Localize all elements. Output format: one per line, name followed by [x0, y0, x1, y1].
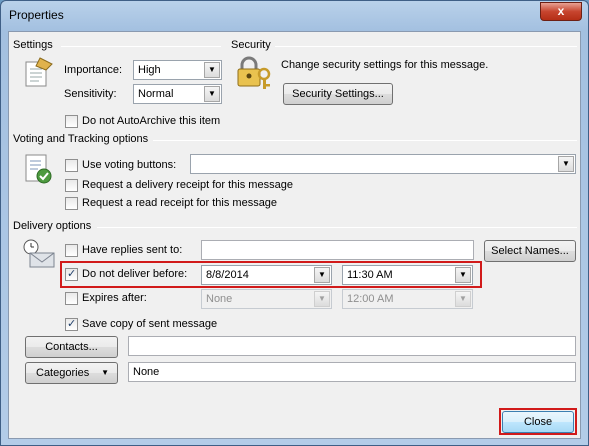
voting-checkbox[interactable] [65, 159, 78, 172]
sensitivity-select[interactable]: Normal ▼ [133, 84, 222, 104]
window-close-button[interactable]: x [540, 2, 582, 21]
importance-value: High [138, 64, 161, 76]
expires-time-select: 12:00 AM ▼ [342, 289, 473, 309]
voting-divider [153, 140, 577, 141]
voting-label[interactable]: Use voting buttons: [82, 159, 176, 171]
voting-dropdown-icon[interactable]: ▼ [558, 156, 574, 172]
contacts-input[interactable] [128, 336, 576, 356]
save-copy-checkbox[interactable] [65, 317, 78, 331]
settings-divider [61, 46, 221, 47]
delivery-divider [97, 227, 577, 228]
read-receipt-checkbox[interactable] [65, 197, 78, 210]
importance-dropdown-icon[interactable]: ▼ [204, 62, 220, 78]
deliver-time-dropdown-icon[interactable]: ▼ [455, 267, 471, 283]
importance-select[interactable]: High ▼ [133, 60, 222, 80]
deliver-before-checkbox[interactable] [65, 267, 78, 281]
expires-date-value: None [206, 293, 233, 305]
expires-checkbox[interactable] [65, 292, 78, 305]
expires-date-select: None ▼ [201, 289, 332, 309]
properties-window: Properties x Settings Importance: High ▼… [0, 0, 589, 446]
sensitivity-value: Normal [138, 88, 174, 100]
checklist-icon [25, 154, 52, 184]
deliver-date-select[interactable]: 8/8/2014 ▼ [201, 265, 332, 285]
window-title: Properties [9, 8, 64, 22]
deliver-date-value: 8/8/2014 [206, 269, 249, 281]
delivery-receipt-label[interactable]: Request a delivery receipt for this mess… [82, 179, 293, 191]
save-copy-label[interactable]: Save copy of sent message [82, 318, 217, 330]
expires-time-dropdown-icon: ▼ [455, 291, 471, 307]
security-divider [275, 46, 577, 47]
clock-envelope-icon [23, 239, 55, 268]
categories-button-label: Categories [36, 367, 90, 379]
select-names-button[interactable]: Select Names... [484, 240, 576, 262]
security-description: Change security settings for this messag… [281, 59, 489, 71]
categories-button[interactable]: Categories ▼ [25, 362, 118, 384]
expires-date-dropdown-icon: ▼ [314, 291, 330, 307]
categories-dropdown-icon: ▼ [101, 368, 109, 377]
delivery-heading: Delivery options [13, 220, 92, 232]
sensitivity-label: Sensitivity: [64, 88, 117, 100]
categories-input[interactable]: None [128, 362, 576, 382]
close-button[interactable]: Close [502, 411, 574, 433]
deliver-time-select[interactable]: 11:30 AM ▼ [342, 265, 473, 285]
importance-label: Importance: [64, 64, 123, 76]
autoarchive-checkbox[interactable] [65, 115, 78, 128]
replies-checkbox[interactable] [65, 244, 78, 257]
security-heading: Security [231, 39, 271, 51]
security-settings-button[interactable]: Security Settings... [283, 83, 393, 105]
contacts-button[interactable]: Contacts... [25, 336, 118, 358]
autoarchive-label[interactable]: Do not AutoArchive this item [82, 115, 220, 127]
deliver-before-label[interactable]: Do not deliver before: [82, 268, 187, 280]
replies-input[interactable] [201, 240, 474, 260]
lock-key-icon [237, 56, 271, 89]
deliver-date-dropdown-icon[interactable]: ▼ [314, 267, 330, 283]
voting-select[interactable]: ▼ [190, 154, 576, 174]
deliver-time-value: 11:30 AM [347, 269, 393, 281]
settings-document-icon [25, 57, 53, 87]
title-bar[interactable]: Properties x [1, 1, 588, 31]
read-receipt-label[interactable]: Request a read receipt for this message [82, 197, 277, 209]
sensitivity-dropdown-icon[interactable]: ▼ [204, 86, 220, 102]
expires-label[interactable]: Expires after: [82, 292, 147, 304]
dialog-client: Settings Importance: High ▼ Sensitivity:… [8, 31, 581, 439]
settings-heading: Settings [13, 39, 53, 51]
voting-heading: Voting and Tracking options [13, 133, 149, 145]
delivery-receipt-checkbox[interactable] [65, 179, 78, 192]
expires-time-value: 12:00 AM [347, 293, 394, 305]
replies-label[interactable]: Have replies sent to: [82, 244, 182, 256]
